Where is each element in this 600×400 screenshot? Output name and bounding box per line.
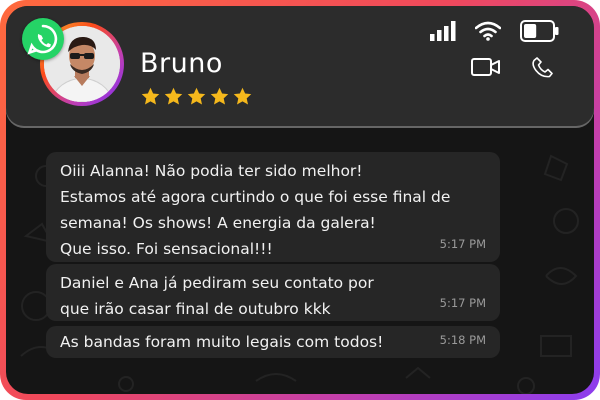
- star-icon: [233, 87, 252, 105]
- status-bar: [416, 20, 560, 46]
- rating-stars: [140, 86, 255, 111]
- chat-header: Bruno: [6, 6, 594, 126]
- phone-frame: Bruno Oiii Alanna! Não podia ter sido me…: [0, 0, 600, 400]
- whatsapp-icon: [22, 18, 64, 60]
- star-icon: [210, 87, 229, 105]
- message-text: Daniel e Ana já pediram seu contato por …: [60, 274, 374, 318]
- message-time: 5:18 PM: [439, 333, 486, 347]
- contact-name[interactable]: Bruno: [140, 48, 223, 79]
- signal-icon: [429, 21, 456, 45]
- message-text: As bandas foram muito legais com todos!: [60, 333, 384, 351]
- message-bubble[interactable]: As bandas foram muito legais com todos! …: [46, 326, 500, 358]
- star-icon: [141, 87, 160, 105]
- message-time: 5:17 PM: [439, 296, 486, 310]
- message-text: Oiii Alanna! Não podia ter sido melhor! …: [60, 162, 451, 258]
- message-bubble[interactable]: Daniel e Ana já pediram seu contato por …: [46, 264, 500, 321]
- wifi-icon: [474, 21, 502, 45]
- chat-screen: Bruno Oiii Alanna! Não podia ter sido me…: [6, 6, 594, 394]
- star-icon: [164, 87, 183, 105]
- video-camera-icon[interactable]: [470, 57, 501, 81]
- message-time: 5:17 PM: [439, 237, 486, 251]
- call-actions: [445, 56, 554, 82]
- star-icon: [187, 87, 206, 105]
- battery-icon: [520, 20, 560, 46]
- message-bubble[interactable]: Oiii Alanna! Não podia ter sido melhor! …: [46, 152, 500, 262]
- phone-icon[interactable]: [532, 56, 554, 82]
